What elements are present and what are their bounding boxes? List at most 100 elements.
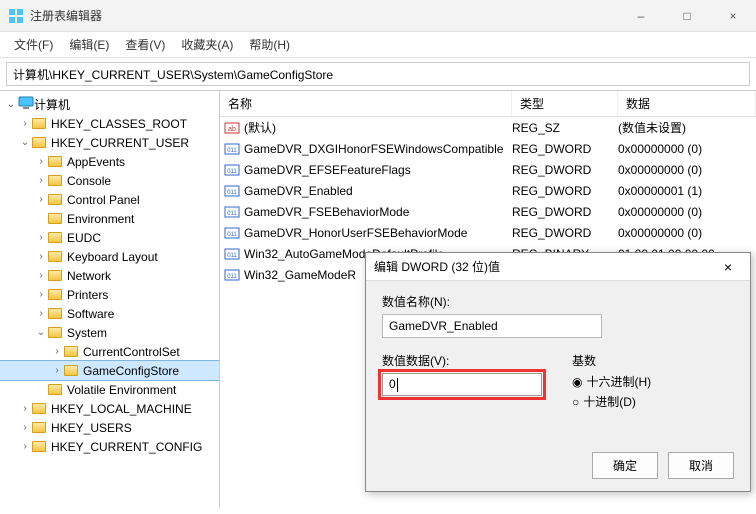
tree-system[interactable]: ⌄System	[0, 323, 219, 342]
menu-edit[interactable]: 编辑(E)	[61, 32, 117, 57]
col-data[interactable]: 数据	[618, 91, 756, 116]
title-bar: 注册表编辑器 – □ ×	[0, 0, 756, 32]
chevron-right-icon: ›	[50, 365, 64, 376]
tree-gameconfigstore[interactable]: ›GameConfigStore	[0, 361, 219, 380]
chevron-right-icon: ›	[34, 251, 48, 262]
tree-item[interactable]: Volatile Environment	[0, 380, 219, 399]
chevron-down-icon: ⌄	[4, 99, 18, 110]
menu-help[interactable]: 帮助(H)	[241, 32, 298, 57]
value-type: REG_DWORD	[512, 205, 618, 219]
folder-icon	[48, 193, 64, 207]
binary-value-icon: 011	[224, 267, 240, 283]
tree-item[interactable]: ›Console	[0, 171, 219, 190]
chevron-right-icon: ›	[34, 194, 48, 205]
folder-icon	[32, 421, 48, 435]
value-type: REG_SZ	[512, 121, 618, 135]
tree-item[interactable]: ›AppEvents	[0, 152, 219, 171]
tree-hkcc[interactable]: ›HKEY_CURRENT_CONFIG	[0, 437, 219, 456]
value-name: GameDVR_DXGIHonorFSEWindowsCompatible	[244, 142, 512, 156]
value-name: (默认)	[244, 119, 512, 136]
edit-dword-dialog: 编辑 DWORD (32 位)值 × 数值名称(N): GameDVR_Enab…	[365, 252, 751, 492]
value-data: 0x00000000 (0)	[618, 205, 756, 219]
tree-hkcr[interactable]: ›HKEY_CLASSES_ROOT	[0, 114, 219, 133]
menu-bar: 文件(F) 编辑(E) 查看(V) 收藏夹(A) 帮助(H)	[0, 32, 756, 58]
tree-root[interactable]: ⌄计算机	[0, 95, 219, 114]
tree-item[interactable]: ›CurrentControlSet	[0, 342, 219, 361]
value-row[interactable]: ab(默认)REG_SZ(数值未设置)	[220, 117, 756, 138]
binary-value-icon: 011	[224, 183, 240, 199]
tree-item[interactable]: ›Software	[0, 304, 219, 323]
tree-hklm[interactable]: ›HKEY_LOCAL_MACHINE	[0, 399, 219, 418]
svg-text:011: 011	[227, 148, 237, 154]
folder-icon	[64, 345, 80, 359]
menu-file[interactable]: 文件(F)	[6, 32, 61, 57]
tree-hkcu[interactable]: ⌄HKEY_CURRENT_USER	[0, 133, 219, 152]
chevron-right-icon: ›	[50, 346, 64, 357]
radio-checked-icon: ◉	[572, 375, 582, 389]
tree-item[interactable]: ›Network	[0, 266, 219, 285]
folder-icon	[48, 383, 64, 397]
computer-icon	[18, 96, 34, 113]
folder-icon	[32, 136, 48, 150]
value-name-label: 数值名称(N):	[382, 293, 734, 310]
value-data-input[interactable]: 0	[382, 373, 542, 396]
binary-value-icon: 011	[224, 204, 240, 220]
address-bar[interactable]: 计算机\HKEY_CURRENT_USER\System\GameConfigS…	[6, 62, 750, 86]
value-row[interactable]: 011GameDVR_EFSEFeatureFlagsREG_DWORD0x00…	[220, 159, 756, 180]
tree-pane[interactable]: ⌄计算机 ›HKEY_CLASSES_ROOT ⌄HKEY_CURRENT_US…	[0, 91, 220, 508]
tree-item[interactable]: ›Printers	[0, 285, 219, 304]
tree-item[interactable]: ›EUDC	[0, 228, 219, 247]
folder-icon	[32, 117, 48, 131]
value-name: GameDVR_HonorUserFSEBehaviorMode	[244, 226, 512, 240]
chevron-right-icon: ›	[34, 232, 48, 243]
menu-favorites[interactable]: 收藏夹(A)	[173, 32, 241, 57]
value-name: GameDVR_FSEBehaviorMode	[244, 205, 512, 219]
folder-icon	[48, 231, 64, 245]
chevron-right-icon: ›	[34, 156, 48, 167]
menu-view[interactable]: 查看(V)	[117, 32, 173, 57]
value-type: REG_DWORD	[512, 226, 618, 240]
value-row[interactable]: 011 GameDVR_DXGIHonorFSEWindowsCompatible…	[220, 138, 756, 159]
value-data: 0x00000000 (0)	[618, 142, 756, 156]
ok-button[interactable]: 确定	[592, 452, 658, 479]
value-row[interactable]: 011 GameDVR_FSEBehaviorModeREG_DWORD0x000…	[220, 201, 756, 222]
value-row[interactable]: 011GameDVR_EnabledREG_DWORD0x00000001 (1…	[220, 180, 756, 201]
cancel-button[interactable]: 取消	[668, 452, 734, 479]
dialog-title: 编辑 DWORD (32 位)值	[374, 258, 714, 275]
value-name-field[interactable]: GameDVR_Enabled	[382, 314, 602, 338]
folder-icon	[48, 174, 64, 188]
maximize-button[interactable]: □	[664, 0, 710, 32]
binary-value-icon: 011	[224, 162, 240, 178]
list-header: 名称 类型 数据	[220, 91, 756, 117]
binary-value-icon: 011	[224, 246, 240, 262]
chevron-right-icon: ›	[18, 403, 32, 414]
binary-value-icon: 011	[224, 225, 240, 241]
text-cursor	[397, 378, 398, 392]
tree-item[interactable]: Environment	[0, 209, 219, 228]
folder-icon	[48, 269, 64, 283]
dialog-title-bar[interactable]: 编辑 DWORD (32 位)值 ×	[366, 253, 750, 281]
value-name: GameDVR_EFSEFeatureFlags	[244, 163, 512, 177]
col-type[interactable]: 类型	[512, 91, 618, 116]
svg-text:011: 011	[227, 211, 237, 217]
minimize-button[interactable]: –	[618, 0, 664, 32]
svg-text:011: 011	[227, 253, 237, 259]
chevron-down-icon: ⌄	[34, 327, 48, 338]
dialog-close-button[interactable]: ×	[714, 259, 742, 275]
close-button[interactable]: ×	[710, 0, 756, 32]
radio-dec[interactable]: ○十进制(D)	[572, 393, 651, 410]
tree-item[interactable]: ›Control Panel	[0, 190, 219, 209]
value-row[interactable]: 011 GameDVR_HonorUserFSEBehaviorModeREG_D…	[220, 222, 756, 243]
base-group-label: 基数	[572, 352, 651, 369]
binary-value-icon: 011	[224, 141, 240, 157]
radio-hex[interactable]: ◉十六进制(H)	[572, 373, 651, 390]
svg-text:011: 011	[227, 232, 237, 238]
tree-hku[interactable]: ›HKEY_USERS	[0, 418, 219, 437]
string-value-icon: ab	[224, 120, 240, 136]
tree-item[interactable]: ›Keyboard Layout	[0, 247, 219, 266]
folder-icon	[64, 364, 80, 378]
window-title: 注册表编辑器	[30, 7, 618, 24]
svg-text:011: 011	[227, 274, 237, 280]
svg-text:011: 011	[227, 169, 237, 175]
col-name[interactable]: 名称	[220, 91, 512, 116]
